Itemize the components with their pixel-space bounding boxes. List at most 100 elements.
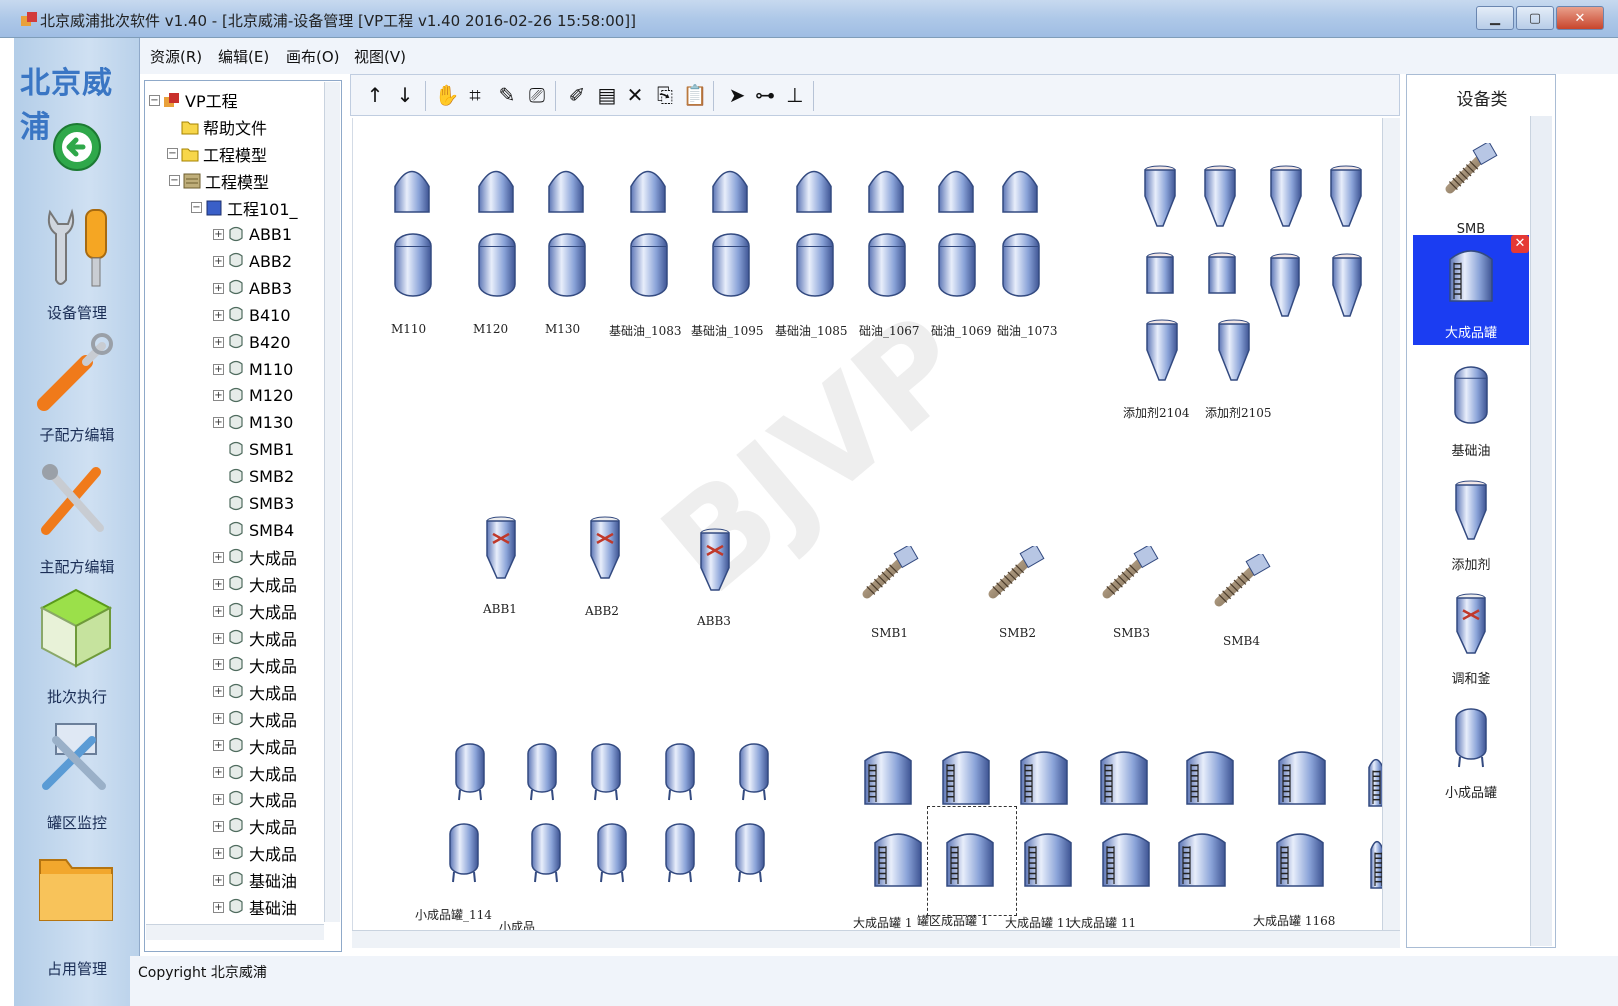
- tree-node[interactable]: + M110: [213, 356, 293, 382]
- tree-node[interactable]: + ABB3: [213, 275, 292, 301]
- palette-item[interactable]: 添加剂: [1413, 467, 1529, 577]
- expand-icon[interactable]: +: [213, 632, 224, 644]
- tree-node[interactable]: SMB1: [213, 437, 294, 463]
- large-tank-icon[interactable]: [1369, 838, 1382, 894]
- screw-conveyor-icon[interactable]: [861, 543, 919, 604]
- expand-icon[interactable]: +: [213, 336, 224, 348]
- tree-node[interactable]: SMB4: [213, 517, 294, 543]
- dome-tank-icon[interactable]: [937, 168, 975, 218]
- maximize-button[interactable]: ▢: [1516, 6, 1554, 30]
- tree-node[interactable]: + 大成品: [213, 544, 297, 570]
- collapse-icon[interactable]: −: [149, 94, 160, 106]
- nav-main-recipe-edit[interactable]: 主配方编辑: [14, 458, 140, 578]
- small-tank-icon[interactable]: [663, 822, 697, 888]
- mixer-kettle-icon[interactable]: [485, 516, 517, 584]
- move-down-button[interactable]: ↓: [391, 81, 419, 109]
- tree-node[interactable]: + 基础油: [213, 867, 297, 893]
- tree-node[interactable]: + ABB1: [213, 222, 292, 248]
- paste-button[interactable]: 📋: [681, 81, 709, 109]
- tree-node[interactable]: + 大成品: [213, 625, 297, 651]
- tree-node[interactable]: + B420: [213, 329, 291, 355]
- small-tank-icon[interactable]: [737, 742, 771, 806]
- base-oil-tank-icon[interactable]: [711, 232, 751, 302]
- hand-button[interactable]: ✋: [433, 81, 461, 109]
- palette-scrollbar[interactable]: [1530, 116, 1552, 946]
- expand-icon[interactable]: +: [213, 309, 224, 321]
- dome-tank-icon[interactable]: [711, 168, 749, 218]
- additive-hopper-icon[interactable]: [1217, 318, 1251, 386]
- tree-node[interactable]: + 大成品: [213, 760, 297, 786]
- canvas-horizontal-scrollbar[interactable]: [352, 930, 1400, 948]
- copy-button[interactable]: ⎘: [651, 81, 679, 109]
- tree-node[interactable]: − 工程模型: [169, 168, 269, 194]
- nav-batch-execution[interactable]: 批次执行: [14, 586, 140, 706]
- edit-button[interactable]: ✎: [493, 81, 521, 109]
- large-tank-icon[interactable]: [1023, 830, 1073, 892]
- menu-canvas[interactable]: 画布(O): [286, 46, 340, 67]
- tree-node[interactable]: + 大成品: [213, 652, 297, 678]
- additive-hopper-icon[interactable]: [1145, 318, 1179, 386]
- menu-edit[interactable]: 编辑(E): [218, 46, 269, 67]
- expand-icon[interactable]: +: [213, 793, 224, 805]
- nav-occupancy-management[interactable]: 占用管理: [14, 846, 140, 978]
- large-tank-icon[interactable]: [863, 748, 913, 810]
- move-up-button[interactable]: ↑: [361, 81, 389, 109]
- small-tank-icon[interactable]: [525, 742, 559, 806]
- expand-icon[interactable]: +: [213, 767, 224, 778]
- small-tank-icon[interactable]: [595, 822, 629, 888]
- large-tank-icon[interactable]: [941, 748, 991, 810]
- expand-icon[interactable]: +: [213, 551, 224, 563]
- expand-icon[interactable]: +: [213, 255, 224, 267]
- clear-button[interactable]: ⎚: [523, 81, 551, 109]
- expand-icon[interactable]: +: [213, 713, 224, 725]
- expand-icon[interactable]: +: [213, 659, 224, 671]
- additive-hopper-icon[interactable]: [1203, 164, 1237, 232]
- small-tank-icon[interactable]: [447, 822, 481, 888]
- large-tank-icon[interactable]: [1185, 748, 1235, 810]
- base-oil-tank-icon[interactable]: [795, 232, 835, 302]
- expand-icon[interactable]: +: [213, 847, 224, 859]
- dome-tank-icon[interactable]: [795, 168, 833, 218]
- tree-node[interactable]: + 大成品: [213, 813, 297, 839]
- large-tank-icon[interactable]: [1099, 748, 1149, 810]
- collapse-icon[interactable]: −: [191, 202, 202, 214]
- tree-node[interactable]: + 大成品: [213, 679, 297, 705]
- tree-node[interactable]: + 大成品: [213, 571, 297, 597]
- expand-icon[interactable]: +: [213, 901, 224, 913]
- project-tree[interactable]: − VP工程 帮助文件 − 工程模型 − 工程模型 − 工程101_ + ABB1 + ABB2 + ABB…: [144, 80, 342, 952]
- base-oil-tank-icon[interactable]: [1001, 232, 1041, 302]
- dome-tank-icon[interactable]: [629, 168, 667, 218]
- back-icon[interactable]: [52, 122, 102, 172]
- tree-node[interactable]: − 工程101_: [191, 195, 298, 221]
- mixer-kettle-icon[interactable]: [699, 528, 731, 596]
- pointer-button[interactable]: ➤: [723, 81, 751, 109]
- menu-resource[interactable]: 资源(R): [150, 46, 202, 67]
- tree-node[interactable]: + 大成品: [213, 840, 297, 866]
- tree-node[interactable]: 帮助文件: [167, 114, 267, 140]
- large-tank-icon[interactable]: [1019, 748, 1069, 810]
- tree-node[interactable]: SMB2: [213, 464, 294, 490]
- screw-conveyor-icon[interactable]: [1101, 543, 1159, 604]
- large-tank-icon[interactable]: [1367, 756, 1382, 812]
- tree-node[interactable]: + B410: [213, 302, 291, 328]
- dome-tank-icon[interactable]: [547, 168, 585, 218]
- expand-icon[interactable]: +: [213, 605, 224, 617]
- small-tank-icon[interactable]: [453, 742, 487, 806]
- device-canvas[interactable]: BJVP M110 M120 M130 基础油_1083 基础油_1095 基础油_108…: [352, 118, 1382, 930]
- expand-icon[interactable]: +: [213, 740, 224, 752]
- base-oil-tank-icon[interactable]: [547, 232, 587, 302]
- palette-item[interactable]: 小成品罐: [1413, 695, 1529, 805]
- screw-conveyor-icon[interactable]: [1213, 551, 1271, 612]
- additive-hopper-icon[interactable]: [1269, 252, 1301, 322]
- small-tank-icon[interactable]: [733, 822, 767, 888]
- base-oil-tank-icon[interactable]: [629, 232, 669, 302]
- mixer-kettle-icon[interactable]: [589, 516, 621, 584]
- dome-tank-icon[interactable]: [393, 168, 431, 218]
- large-tank-icon[interactable]: [1177, 830, 1227, 892]
- tree-node[interactable]: SMB3: [213, 491, 294, 517]
- additive-stub-icon[interactable]: [1145, 252, 1175, 300]
- expand-icon[interactable]: +: [213, 578, 224, 590]
- collapse-icon[interactable]: −: [169, 175, 180, 187]
- tree-node[interactable]: − VP工程: [149, 87, 238, 113]
- expand-icon[interactable]: +: [213, 363, 224, 375]
